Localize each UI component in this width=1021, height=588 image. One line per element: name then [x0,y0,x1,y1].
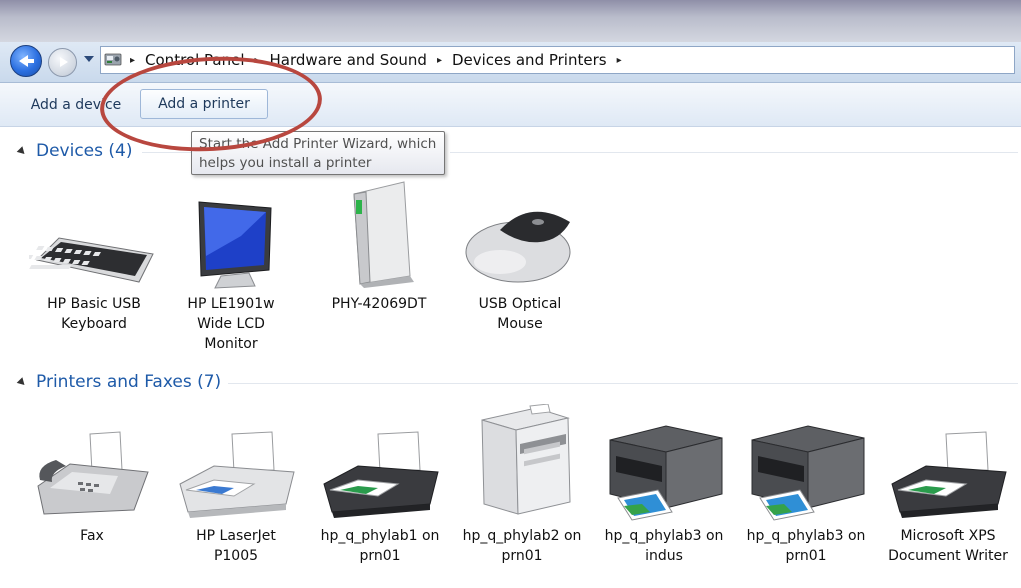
breadcrumb-separator[interactable]: ▸ [130,55,135,66]
printer-icon [323,431,439,518]
device-monitor[interactable]: HP LE1901w Wide LCD Monitor [171,196,291,354]
device-label: Fax [80,528,104,544]
collapse-arrow-icon[interactable] [16,376,28,388]
window-title-bar [0,0,1021,42]
devices-group-header[interactable]: Devices (4) [16,141,133,161]
devices-group-title: Devices (4) [36,141,133,161]
multifunction-printer-icon [481,404,571,515]
computer-tower-icon [353,181,414,288]
device-label: HP LE1901w Wide LCD Monitor [187,296,275,352]
mouse-icon [465,211,571,283]
printer-hp-laserjet[interactable]: HP LaserJet P1005 [168,430,304,566]
breadcrumb-separator[interactable]: ▸ [617,55,622,66]
printer-microsoft-xps[interactable]: Microsoft XPS Document Writer [880,430,1016,566]
photo-printer-icon [609,425,723,521]
photo-printer-icon [751,425,865,521]
fax-icon [37,431,149,515]
control-panel-icon [104,53,122,66]
printers-group-title: Printers and Faxes (7) [36,372,222,392]
device-label: HP LaserJet P1005 [196,528,276,564]
printer-icon [179,431,295,518]
device-computer[interactable]: PHY-42069DT [320,180,438,314]
printer-icon [891,431,1007,518]
group-divider [228,383,1018,384]
recent-pages-dropdown-icon[interactable] [84,56,94,62]
breadcrumb-hardware-and-sound[interactable]: Hardware and Sound [270,51,427,69]
printer-hp-q-phylab2[interactable]: hp_q_phylab2 on prn01 [454,404,590,566]
device-label: hp_q_phylab1 on prn01 [320,528,440,564]
breadcrumb-separator[interactable]: ▸ [437,55,442,66]
printers-group-header[interactable]: Printers and Faxes (7) [16,372,222,392]
device-label: Microsoft XPS Document Writer [888,528,1008,564]
keyboard-icon [29,237,154,283]
device-label: hp_q_phylab2 on prn01 [462,528,582,564]
group-divider [450,152,1018,153]
device-mouse[interactable]: USB Optical Mouse [454,200,586,334]
forward-button[interactable] [48,48,77,77]
back-button[interactable] [10,45,42,77]
monitor-icon [198,201,272,289]
printer-fax[interactable]: Fax [26,430,158,546]
device-label: hp_q_phylab3 on prn01 [746,528,866,564]
group-divider [142,152,191,153]
printer-hp-q-phylab3-prn01[interactable]: hp_q_phylab3 on prn01 [738,420,874,566]
device-label: PHY-42069DT [331,296,427,312]
printer-hp-q-phylab1[interactable]: hp_q_phylab1 on prn01 [312,430,448,566]
collapse-arrow-icon[interactable] [16,145,28,157]
breadcrumb-devices-and-printers[interactable]: Devices and Printers [452,51,607,69]
device-label: HP Basic USB Keyboard [47,296,141,332]
device-label: hp_q_phylab3 on indus [604,528,724,564]
device-label: USB Optical Mouse [478,296,562,332]
device-keyboard[interactable]: HP Basic USB Keyboard [28,200,160,334]
printer-hp-q-phylab3-indus[interactable]: hp_q_phylab3 on indus [596,420,732,566]
